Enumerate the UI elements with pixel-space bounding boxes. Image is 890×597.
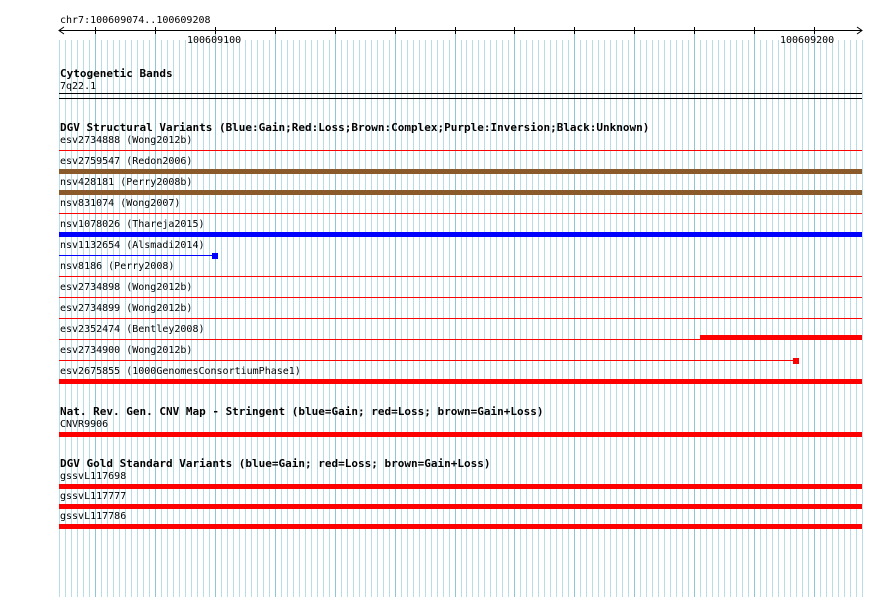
gold-track-title: DGV Gold Standard Variants (blue=Gain; r… (60, 457, 491, 470)
ruler-tick-label-100609100: 100609100 (187, 35, 242, 46)
feature-label[interactable]: gssvL117786 (60, 511, 126, 522)
feature-bar[interactable] (59, 276, 862, 277)
feature-label[interactable]: CNVR9906 (60, 419, 108, 430)
feature-thick-segment[interactable] (700, 335, 862, 340)
feature-label[interactable]: nsv831074 (Wong2007) (60, 198, 180, 209)
feature-label[interactable]: gssvL117698 (60, 471, 126, 482)
cytoband-label[interactable]: 7q22.1 (60, 81, 96, 92)
feature-bar[interactable] (59, 255, 215, 256)
feature-bar[interactable] (59, 297, 862, 298)
feature-bar[interactable] (59, 360, 796, 361)
feature-label[interactable]: gssvL117777 (60, 491, 126, 502)
feature-label[interactable]: nsv1132654 (Alsmadi2014) (60, 240, 205, 251)
cnvmap-track-title: Nat. Rev. Gen. CNV Map - Stringent (blue… (60, 405, 544, 418)
feature-end-box[interactable] (793, 358, 799, 364)
feature-bar[interactable] (59, 379, 862, 384)
feature-label[interactable]: nsv1078026 (Thareja2015) (60, 219, 205, 230)
feature-label[interactable]: esv2759547 (Redon2006) (60, 156, 192, 167)
feature-label[interactable]: esv2734888 (Wong2012b) (60, 135, 192, 146)
feature-bar[interactable] (59, 504, 862, 509)
dgv-track-title: DGV Structural Variants (Blue:Gain;Red:L… (60, 121, 650, 134)
feature-label[interactable]: esv2734899 (Wong2012b) (60, 303, 192, 314)
feature-label[interactable]: esv2675855 (1000GenomesConsortiumPhase1) (60, 366, 301, 377)
ruler-tick-label-100609200: 100609200 (780, 35, 835, 46)
feature-bar[interactable] (59, 232, 862, 237)
feature-label[interactable]: esv2734900 (Wong2012b) (60, 345, 192, 356)
feature-label[interactable]: esv2734898 (Wong2012b) (60, 282, 192, 293)
cytoband-track-title: Cytogenetic Bands (60, 67, 173, 80)
cytoband-band[interactable] (59, 93, 862, 94)
feature-end-box[interactable] (212, 253, 218, 259)
feature-label[interactable]: nsv8186 (Perry2008) (60, 261, 174, 272)
ruler-range-label: chr7:100609074..100609208 (60, 15, 211, 26)
feature-bar[interactable] (59, 484, 862, 489)
cytoband-band-lower (59, 98, 862, 99)
feature-bar[interactable] (59, 318, 862, 319)
feature-bar[interactable] (59, 432, 862, 437)
feature-bar[interactable] (59, 150, 862, 151)
feature-bar[interactable] (59, 169, 862, 174)
feature-label[interactable]: esv2352474 (Bentley2008) (60, 324, 205, 335)
feature-bar[interactable] (59, 190, 862, 195)
feature-bar[interactable] (59, 213, 862, 214)
feature-label[interactable]: nsv428181 (Perry2008b) (60, 177, 192, 188)
feature-bar[interactable] (59, 524, 862, 529)
